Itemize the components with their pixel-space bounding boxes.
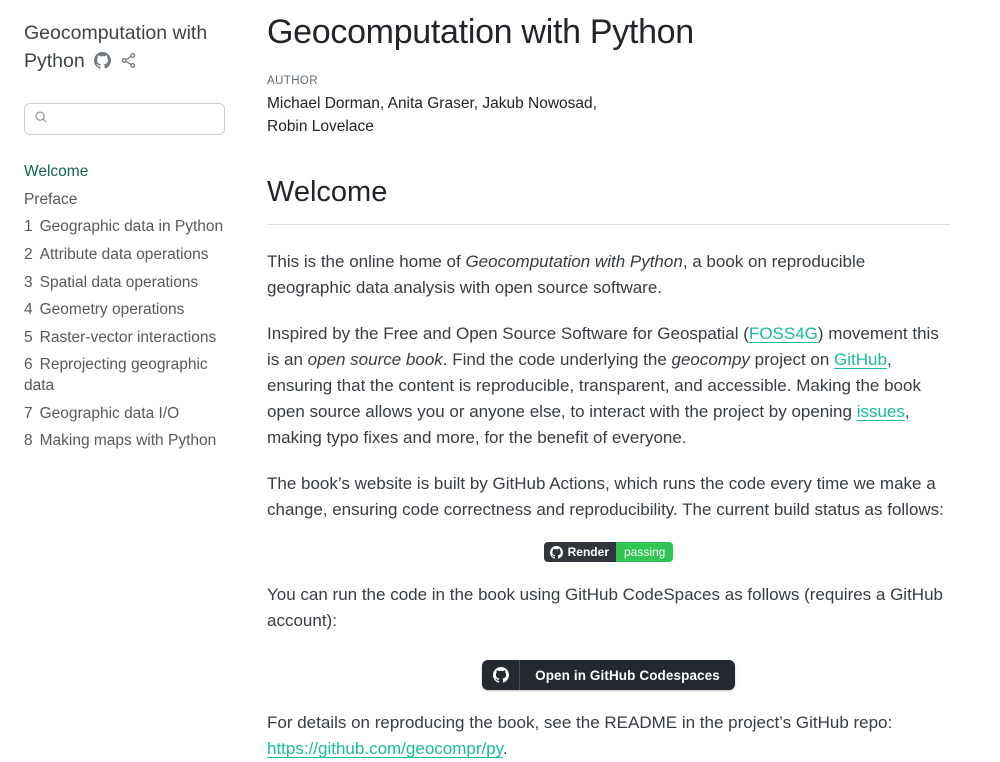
render-status-badge[interactable]: Render passing bbox=[544, 542, 674, 562]
open-codespaces-button[interactable]: Open in GitHub Codespaces bbox=[482, 660, 735, 690]
sidebar-item-reprojecting-geographic-data[interactable]: 6Reprojecting geographic data bbox=[24, 352, 226, 400]
emphasis-text: geocompy bbox=[672, 350, 750, 369]
open-codespaces-label: Open in GitHub Codespaces bbox=[520, 660, 735, 690]
author-name-line: Michael Dorman, Anita Graser, Jakub Nowo… bbox=[267, 92, 950, 115]
emphasis-text: Geocomputation with Python bbox=[465, 252, 682, 271]
sidebar-item-preface[interactable]: Preface bbox=[24, 186, 226, 214]
page-title: Geocomputation with Python bbox=[267, 12, 950, 53]
sidebar-item-raster-vector-interactions[interactable]: 5Raster-vector interactions bbox=[24, 324, 226, 352]
search-box[interactable] bbox=[24, 103, 225, 135]
chapter-number: 3 bbox=[24, 273, 33, 293]
chapter-number: 7 bbox=[24, 404, 33, 424]
badge-status-label: passing bbox=[616, 542, 673, 562]
sidebar-item-attribute-data-operations[interactable]: 2Attribute data operations bbox=[24, 241, 226, 269]
badge-left-segment: Render bbox=[544, 542, 616, 562]
sidebar-book-title[interactable]: Geocomputation with Python bbox=[24, 22, 207, 72]
sidebar-item-geographic-data-in-python[interactable]: 1Geographic data in Python bbox=[24, 214, 226, 242]
sidebar-item-making-maps-with-python[interactable]: 8Making maps with Python bbox=[24, 428, 226, 456]
author-names: Michael Dorman, Anita Graser, Jakub Nowo… bbox=[267, 92, 950, 139]
sidebar-title-row: Geocomputation with Python bbox=[24, 20, 226, 77]
sidebar-item-geometry-operations[interactable]: 4Geometry operations bbox=[24, 297, 226, 325]
sidebar-item-spatial-data-operations[interactable]: 3Spatial data operations bbox=[24, 269, 226, 297]
badge-row: Render passing bbox=[267, 542, 950, 562]
chapter-number: 5 bbox=[24, 328, 33, 348]
share-icon[interactable] bbox=[120, 50, 137, 78]
link-issues[interactable]: issues bbox=[857, 402, 905, 421]
search-icon bbox=[34, 110, 48, 129]
sidebar-item-welcome[interactable]: Welcome bbox=[24, 158, 226, 186]
button-row: Open in GitHub Codespaces bbox=[267, 660, 950, 690]
search-input[interactable] bbox=[55, 110, 215, 128]
main-content: Geocomputation with Python AUTHOR Michae… bbox=[250, 0, 975, 762]
badge-left-label: Render bbox=[568, 545, 609, 559]
chapter-number: 8 bbox=[24, 431, 33, 451]
github-icon bbox=[550, 546, 563, 559]
page: Geocomputation with Python WelcomePrefac… bbox=[0, 0, 1000, 762]
github-icon[interactable] bbox=[94, 50, 111, 78]
sidebar: Geocomputation with Python WelcomePrefac… bbox=[0, 0, 250, 762]
chapter-number: 1 bbox=[24, 217, 33, 237]
paragraph-codespaces: You can run the code in the book using G… bbox=[267, 582, 950, 634]
paragraph-intro: This is the online home of Geocomputatio… bbox=[267, 249, 950, 301]
chapter-number: 4 bbox=[24, 300, 33, 320]
sidebar-item-geographic-data-i-o[interactable]: 7Geographic data I/O bbox=[24, 400, 226, 428]
author-label: AUTHOR bbox=[267, 75, 950, 87]
emphasis-text: open source book bbox=[308, 350, 443, 369]
paragraph-open-source: Inspired by the Free and Open Source Sof… bbox=[267, 321, 950, 451]
link-https-github-com-geocompr-py[interactable]: https://github.com/geocompr/py bbox=[267, 739, 503, 758]
paragraph-repro: For details on reproducing the book, see… bbox=[267, 710, 950, 762]
author-name-line: Robin Lovelace bbox=[267, 115, 950, 138]
sidebar-nav: WelcomePreface1Geographic data in Python… bbox=[24, 158, 226, 455]
paragraph-build-status: The book’s website is built by GitHub Ac… bbox=[267, 471, 950, 523]
link-foss4g[interactable]: FOSS4G bbox=[749, 324, 818, 343]
chapter-number: 6 bbox=[24, 355, 33, 375]
github-icon bbox=[482, 660, 520, 690]
link-github[interactable]: GitHub bbox=[834, 350, 887, 369]
chapter-number: 2 bbox=[24, 245, 33, 265]
section-heading: Welcome bbox=[267, 177, 950, 225]
